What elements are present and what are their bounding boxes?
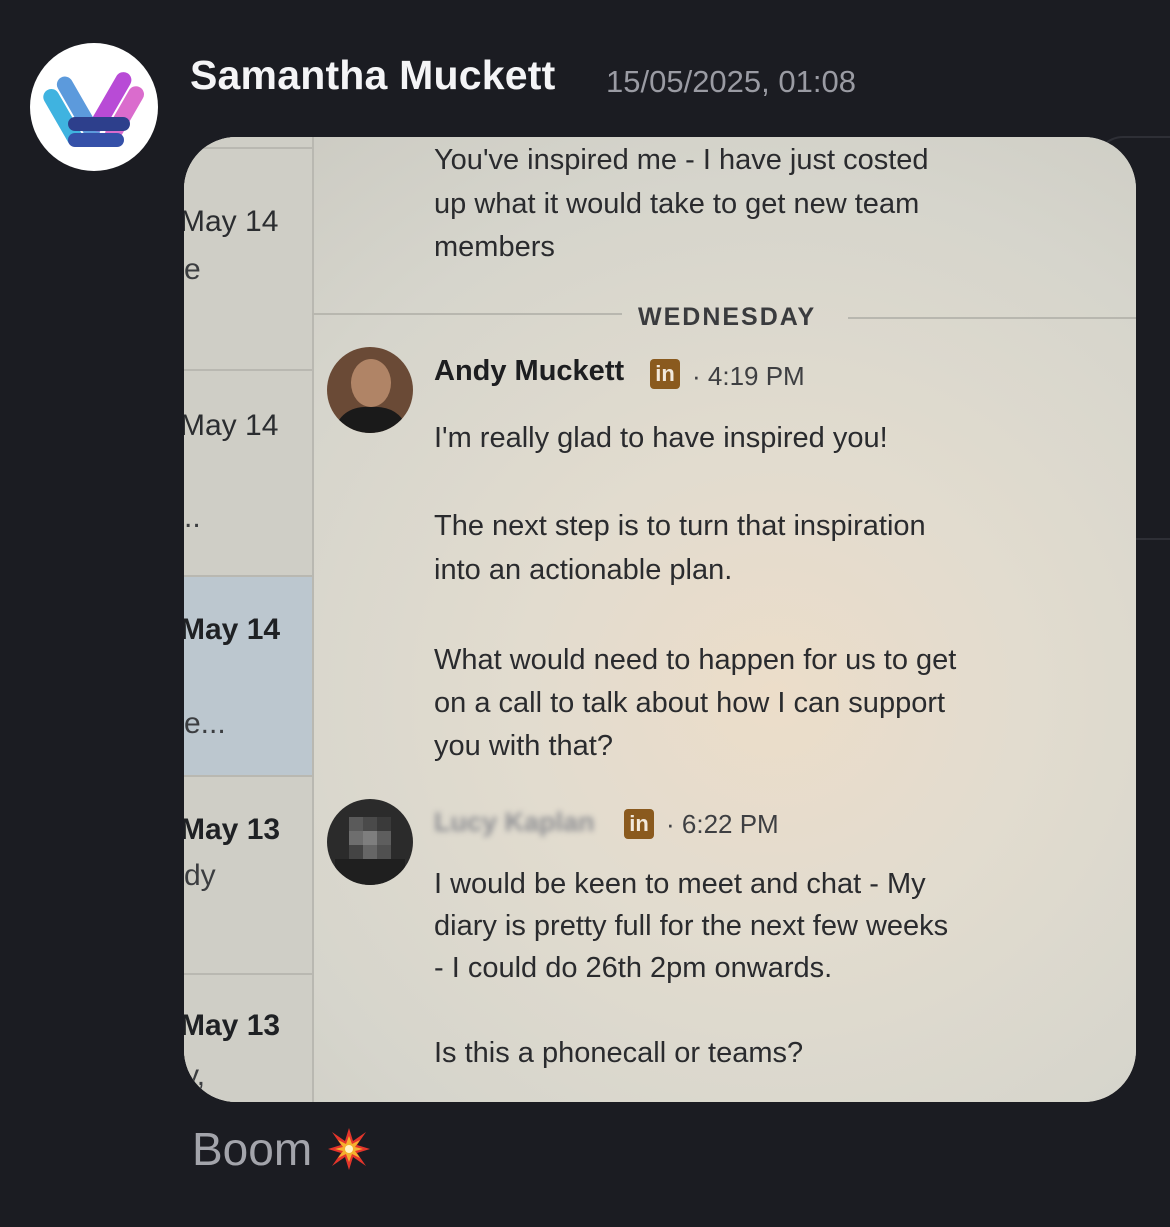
app-logo-icon — [43, 72, 144, 147]
day-separator-line — [848, 317, 1136, 319]
previous-message-line: members — [434, 231, 555, 263]
reply-message-time: · 6:22 PM — [666, 809, 779, 839]
attached-photo[interactable]: May 14 e May 14 .. May 14 e... May 13 dy… — [184, 137, 1136, 1102]
message-timestamp: 15/05/2025, 01:08 — [606, 64, 856, 99]
reply-name-redacted: Lucy Kaplan — [434, 807, 595, 837]
pixelated-avatar-icon — [327, 799, 413, 885]
selected-conversation-highlight — [184, 575, 312, 775]
message-caption: Boom — [192, 1123, 313, 1175]
message-line: Is this a phonecall or teams? — [434, 1037, 804, 1069]
message-line: into an actionable plan. — [434, 554, 733, 586]
conversation-snippet: dy — [184, 859, 216, 892]
message-line: - I could do 26th 2pm onwards. — [434, 952, 833, 984]
message-line: I would be keen to meet and chat - My — [434, 868, 926, 900]
conversation-date: May 14 — [184, 409, 279, 442]
message-line: you with that? — [434, 730, 613, 762]
divider — [184, 147, 312, 149]
message-line: I'm really glad to have inspired you! — [434, 422, 888, 454]
conversation-list: May 14 e May 14 .. May 14 e... May 13 dy… — [184, 137, 314, 1102]
divider — [184, 775, 312, 777]
conversation-snippet: e... — [184, 707, 226, 740]
linkedin-icon: in — [650, 359, 680, 389]
conversation-snippet: y, — [184, 1059, 206, 1092]
person-photo-icon — [327, 347, 413, 433]
conversation-snippet: .. — [184, 501, 201, 534]
previous-message-line: up what it would take to get new team — [434, 188, 920, 220]
day-separator: WEDNESDAY — [638, 303, 817, 331]
andy-name[interactable]: Andy Muckett — [434, 355, 624, 388]
day-separator-line — [312, 313, 622, 315]
linkedin-icon: in — [624, 809, 654, 839]
message-line: on a call to talk about how I can suppor… — [434, 687, 946, 719]
conversation-date: May 14 — [184, 205, 279, 238]
message-line: The next step is to turn that inspiratio… — [434, 510, 926, 542]
conversation-snippet: e — [184, 253, 201, 286]
divider — [184, 973, 312, 975]
message-line: diary is pretty full for the next few we… — [434, 910, 949, 942]
sender-name[interactable]: Samantha Muckett — [190, 52, 555, 99]
sender-avatar[interactable] — [30, 43, 158, 171]
divider — [184, 575, 312, 577]
conversation-date: May 13 — [184, 1009, 281, 1042]
andy-message-time: · 4:19 PM — [692, 361, 805, 391]
reply-avatar[interactable] — [327, 799, 413, 885]
previous-message-line: You've inspired me - I have just costed — [434, 144, 929, 176]
conversation-date: May 14 — [184, 613, 281, 646]
collision-icon — [326, 1126, 372, 1177]
conversation-date: May 13 — [184, 813, 281, 846]
divider — [184, 369, 312, 371]
andy-avatar[interactable] — [327, 347, 413, 433]
message-line: What would need to happen for us to get — [434, 644, 957, 676]
